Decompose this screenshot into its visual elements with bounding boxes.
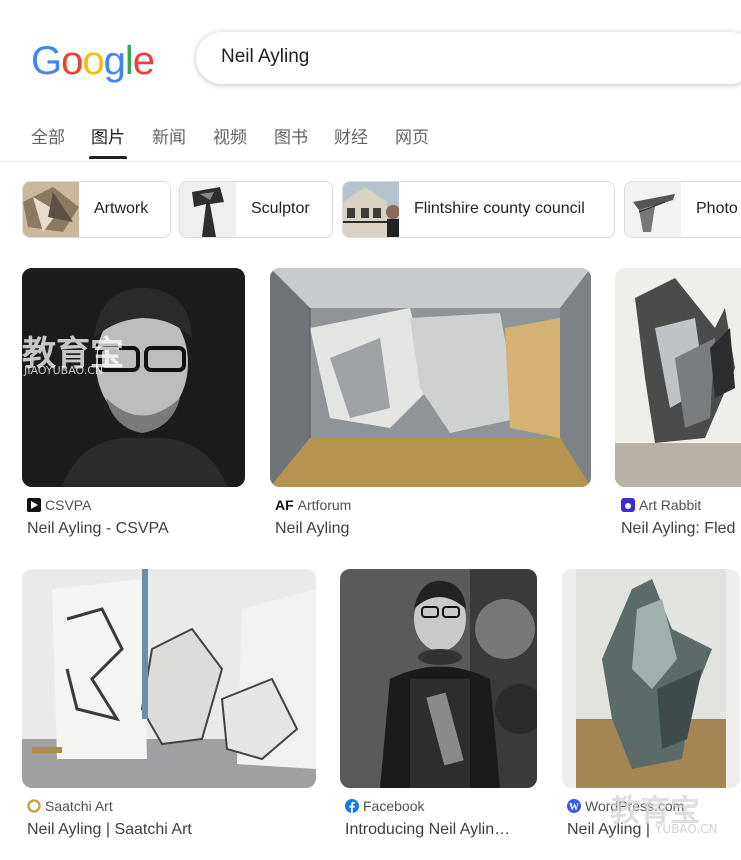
tab-books[interactable]: 图书: [274, 123, 308, 148]
result-source-label: CSVPA: [45, 497, 92, 513]
result-source: AF Artforum: [275, 497, 351, 513]
chip-flintshire[interactable]: Flintshire county council: [342, 181, 615, 238]
tabs-divider: [0, 161, 741, 162]
csvpa-icon: [27, 498, 41, 512]
chip-sculptor[interactable]: Sculptor: [179, 181, 333, 238]
portrait-bw-photo: [340, 569, 537, 788]
logo-letter: g: [103, 39, 126, 83]
result-title[interactable]: Neil Ayling | Saatchi Art: [27, 821, 321, 839]
sculpture-photo: [562, 569, 740, 788]
tab-news[interactable]: 新闻: [152, 123, 186, 148]
chip-thumbnail: [180, 182, 236, 237]
facebook-icon: [345, 799, 359, 813]
logo-letter: G: [31, 39, 62, 83]
studio-photo: [22, 569, 316, 788]
result-source: Facebook: [345, 798, 424, 814]
result-source-label: Art Rabbit: [639, 497, 702, 513]
result-source: Art Rabbit: [621, 497, 701, 513]
logo-letter: o: [61, 39, 83, 83]
wordpress-icon: W: [567, 799, 581, 813]
portrait-photo: [22, 268, 245, 487]
artrabbit-icon: [621, 498, 635, 512]
tab-all[interactable]: 全部: [31, 123, 65, 148]
logo-letter: o: [82, 39, 104, 83]
chip-label: Artwork: [94, 200, 149, 217]
tab-images-label: 图片: [91, 128, 125, 148]
chip-label: Flintshire county council: [414, 200, 585, 217]
sculpture-photo: [615, 268, 741, 487]
tab-finance[interactable]: 财经: [334, 123, 368, 148]
result-image-facebook[interactable]: [340, 569, 537, 788]
tab-videos[interactable]: 视频: [213, 123, 247, 148]
search-input[interactable]: [221, 46, 721, 68]
gallery-photo: [270, 268, 591, 487]
result-title[interactable]: Neil Ayling - CSVPA: [27, 520, 250, 538]
result-source-label: Facebook: [363, 798, 425, 814]
artforum-icon: AF: [275, 497, 294, 513]
search-box[interactable]: [196, 32, 741, 84]
tab-web[interactable]: 网页: [395, 123, 429, 148]
result-source-label: Saatchi Art: [45, 798, 113, 814]
result-title[interactable]: Neil Ayling: [275, 520, 575, 538]
result-source: CSVPA: [27, 497, 91, 513]
chip-photo[interactable]: Photo: [624, 181, 741, 238]
svg-text:W: W: [569, 802, 579, 813]
watermark-url: YUBAO.CN: [655, 822, 718, 836]
google-logo[interactable]: Google: [31, 38, 155, 84]
result-image-wordpress[interactable]: [562, 569, 740, 788]
result-image-artforum[interactable]: [270, 268, 591, 487]
active-tab-indicator: [89, 156, 127, 159]
chip-thumbnail: [23, 182, 79, 237]
result-title[interactable]: Introducing Neil Aylin…: [345, 821, 535, 839]
logo-letter: l: [124, 39, 134, 83]
tab-images[interactable]: 图片: [89, 123, 127, 159]
chip-label: Sculptor: [251, 200, 310, 217]
chip-artwork[interactable]: Artwork: [22, 181, 171, 238]
watermark-url: JIAOYUBAO.CN: [24, 364, 104, 377]
result-image-csvpa[interactable]: 教育宝 JIAOYUBAO.CN: [22, 268, 245, 487]
result-image-artrabbit[interactable]: [615, 268, 741, 487]
chip-label: Photo: [696, 200, 738, 217]
result-title[interactable]: Neil Ayling: Fled: [621, 520, 741, 538]
saatchi-icon: [27, 799, 41, 813]
result-source: Saatchi Art: [27, 798, 113, 814]
result-source-label: Artforum: [297, 497, 352, 513]
result-image-saatchi[interactable]: [22, 569, 316, 788]
chip-thumbnail: [343, 182, 399, 237]
chip-thumbnail: [625, 182, 681, 237]
logo-letter: e: [132, 39, 155, 83]
